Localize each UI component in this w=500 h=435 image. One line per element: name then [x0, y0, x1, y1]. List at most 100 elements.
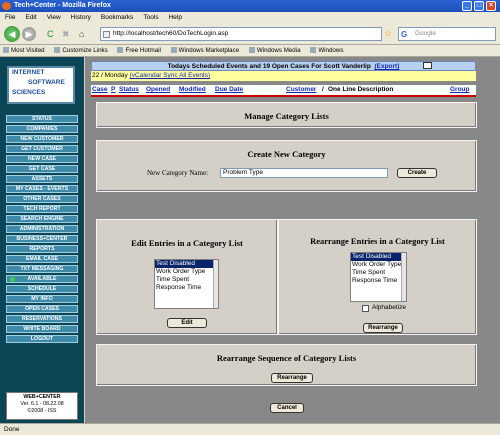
sidebar-item-status[interactable]: STATUS [6, 115, 78, 123]
col-status[interactable]: Status [119, 85, 139, 95]
list-item[interactable]: Test Disabled [351, 253, 406, 261]
sidebar-item-new-customer[interactable]: NEW CUSTOMER [6, 135, 78, 143]
sidebar-item-search-engine[interactable]: SEARCH ENGINE [6, 215, 78, 223]
col-customer[interactable]: Customer [286, 85, 316, 95]
create-button[interactable]: Create [397, 168, 437, 178]
sidebar-item-other-cases[interactable]: OTHER CASES [6, 195, 78, 203]
bookmark-free-hotmail[interactable]: Free Hotmail [117, 47, 161, 54]
menu-tools[interactable]: Tools [143, 14, 158, 21]
cancel-button[interactable]: Cancel [270, 403, 304, 413]
bookmark-windows-media[interactable]: Windows Media [248, 47, 301, 54]
search-input[interactable]: G Google [398, 27, 496, 41]
window-icon[interactable] [423, 62, 432, 69]
sidebar-item-administration[interactable]: ADMINISTRATION [6, 225, 78, 233]
alphabetize-label: Alphabetize [372, 304, 406, 311]
col-separator: / [322, 86, 324, 93]
window-title-bar: Tech+Center - Mozilla Firefox _ □ × [0, 0, 500, 12]
sidebar-item-email-case[interactable]: EMAIL CASE [6, 255, 78, 263]
menu-help[interactable]: Help [169, 14, 182, 21]
edit-category-listbox[interactable]: Test Disabled Work Order Type Time Spent… [154, 259, 219, 309]
sidebar-item-my-cases-events[interactable]: MY CASES - EVENTS [6, 185, 78, 193]
list-item[interactable]: Time Spent [155, 276, 218, 284]
list-item[interactable]: Response Time [351, 277, 406, 285]
events-banner-text: Todays Scheduled Events and 19 Open Case… [167, 63, 371, 70]
col-opened[interactable]: Opened [146, 85, 170, 95]
sidebar-item-my-info[interactable]: MY INFO [6, 295, 78, 303]
menu-view[interactable]: View [47, 14, 61, 21]
col-description: One Line Description [328, 86, 394, 93]
sidebar-item-schedule[interactable]: SCHEDULE [6, 285, 78, 293]
col-due-date[interactable]: Due Date [215, 85, 243, 95]
bookmark-icon [54, 47, 61, 54]
sidebar-item-tech-report[interactable]: TECH REPORT [6, 205, 78, 213]
rearrange-category-listbox[interactable]: Test Disabled Work Order Type Time Spent… [350, 252, 407, 302]
sidebar-item-available-label: AVAILABLE [27, 276, 57, 282]
list-item[interactable]: Work Order Type [155, 268, 218, 276]
menu-bookmarks[interactable]: Bookmarks [101, 14, 134, 21]
sidebar-item-open-cases[interactable]: OPEN CASES [6, 305, 78, 313]
col-p[interactable]: P [111, 85, 115, 95]
col-group[interactable]: Group [450, 85, 470, 95]
rearrange-entries-panel: Rearrange Entries in a Category List Tes… [278, 219, 477, 335]
bookmark-icon [310, 47, 317, 54]
sidebar-item-assets[interactable]: ASSETS [6, 175, 78, 183]
forward-icon[interactable]: ▶ [22, 27, 36, 41]
sidebar-item-reports[interactable]: REPORTS [6, 245, 78, 253]
sidebar-item-companies[interactable]: COMPANIES [6, 125, 78, 133]
edit-button[interactable]: Edit [167, 318, 207, 328]
sidebar-item-available[interactable]: AVAILABLE [6, 275, 78, 283]
bookmark-windows[interactable]: Windows [310, 47, 343, 54]
bookmark-most-visited[interactable]: Most Visited [3, 47, 45, 54]
page-favicon-icon [103, 31, 110, 38]
list-item[interactable]: Test Disabled [155, 260, 218, 268]
sidebar-item-get-case[interactable]: GET CASE [6, 165, 78, 173]
rearrange-entries-button[interactable]: Rearrange [363, 323, 403, 333]
reload-icon[interactable]: C [47, 29, 54, 39]
sidebar-item-new-case[interactable]: NEW CASE [6, 155, 78, 163]
listbox-scrollbar[interactable] [401, 253, 406, 301]
col-case[interactable]: Case [92, 85, 108, 95]
back-icon[interactable]: ◀ [4, 26, 20, 42]
col-modified[interactable]: Modified [179, 85, 206, 95]
logo-line-1: INTERNET [12, 69, 45, 76]
bookmark-windows-marketplace[interactable]: Windows Marketplace [170, 47, 239, 54]
bookmark-icon [248, 47, 255, 54]
url-text: http://localhost/tech60/DoTechLogin.asp [113, 30, 229, 37]
bookmark-customize-links[interactable]: Customize Links [54, 47, 108, 54]
sidebar-item-get-customer[interactable]: GET CUSTOMER [6, 145, 78, 153]
list-item[interactable]: Response Time [155, 284, 218, 292]
calendar-date[interactable]: 22 / Monday [92, 72, 128, 79]
listbox-scrollbar[interactable] [213, 260, 218, 308]
new-category-name-input[interactable]: Problem Type [220, 168, 388, 178]
list-item[interactable]: Work Order Type [351, 261, 406, 269]
maximize-icon[interactable]: □ [474, 1, 484, 11]
rearrange-sequence-button[interactable]: Rearrange [271, 373, 313, 383]
divider [91, 95, 476, 97]
page-title: Manage Category Lists [244, 111, 329, 121]
menu-file[interactable]: File [5, 14, 15, 21]
menu-history[interactable]: History [71, 14, 91, 21]
bookmark-icon [117, 47, 124, 54]
export-link[interactable]: (Export) [374, 63, 399, 70]
sidebar-item-logout[interactable]: LOGOUT [6, 335, 78, 343]
new-category-name-value: Problem Type [223, 169, 263, 176]
edit-entries-panel: Edit Entries in a Category List Test Dis… [96, 219, 278, 335]
list-item[interactable]: Time Spent [351, 269, 406, 277]
bookmark-star-icon[interactable]: ☆ [384, 28, 392, 39]
sidebar-item-reservations[interactable]: RESERVATIONS [6, 315, 78, 323]
version-number: Ver. 6.1 - 08.22.08 [20, 401, 64, 407]
menu-edit[interactable]: Edit [25, 14, 36, 21]
close-icon[interactable]: × [486, 1, 496, 11]
alphabetize-checkbox[interactable] [362, 305, 369, 312]
sidebar-item-txt-messaging[interactable]: TXT MESSAGING [6, 265, 78, 273]
sidebar-item-business-center[interactable]: BUSINESS+CENTER [6, 235, 78, 243]
stop-icon[interactable]: ✖ [62, 29, 70, 40]
bookmarks-bar: Most Visited Customize Links Free Hotmai… [0, 45, 500, 57]
sidebar-item-white-board[interactable]: WHITE BOARD [6, 325, 78, 333]
url-bar[interactable]: http://localhost/tech60/DoTechLogin.asp [100, 27, 382, 41]
minimize-icon[interactable]: _ [462, 1, 472, 11]
company-logo: INTERNET SOFTWARE SCIENCES [7, 66, 75, 104]
vcalendar-sync-link[interactable]: (vCalendar Sync All Events) [130, 72, 211, 79]
version-title: WEB+CENTER [23, 394, 61, 400]
home-icon[interactable]: ⌂ [79, 29, 84, 39]
